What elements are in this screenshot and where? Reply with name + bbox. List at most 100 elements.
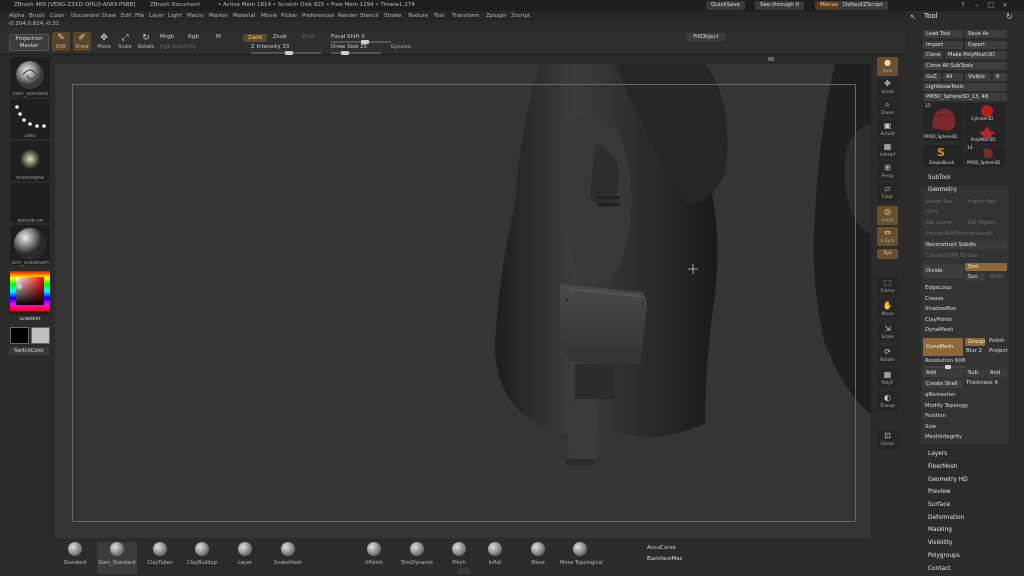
preview-section[interactable]: Preview bbox=[928, 489, 951, 495]
primary-color-swatch[interactable] bbox=[10, 327, 29, 344]
del-lower-button[interactable]: Del Lower bbox=[923, 219, 963, 227]
xyz-button[interactable]: Xyz bbox=[877, 249, 898, 259]
maximize-icon[interactable]: □ bbox=[986, 1, 996, 10]
zadd-button[interactable]: Zadd bbox=[243, 34, 267, 42]
menu-texture[interactable]: Texture bbox=[408, 13, 428, 19]
rotate-view-button[interactable]: ⟳ Rotate bbox=[877, 346, 898, 365]
resolution-slider[interactable]: Resolution 608 bbox=[925, 358, 965, 364]
rotate-mode-button[interactable]: ↻ Rotate bbox=[137, 32, 155, 51]
zoom-button[interactable]: ⌕ Zoom bbox=[877, 99, 898, 118]
stroke-selector[interactable] bbox=[10, 99, 50, 139]
export-button[interactable]: Export bbox=[965, 41, 1007, 49]
spix-button[interactable]: ● Spix bbox=[877, 57, 898, 76]
subtool-section[interactable]: SubTool bbox=[928, 175, 950, 181]
lower-res-button[interactable]: Lower Res bbox=[923, 198, 963, 206]
persp-button[interactable]: ⊞ Persp bbox=[877, 162, 898, 181]
zcut-button[interactable]: Zcut bbox=[302, 34, 314, 40]
tool-palette-title[interactable]: Tool bbox=[924, 12, 938, 20]
menu-zscript[interactable]: Zscript bbox=[511, 13, 530, 19]
brush-hpolish[interactable]: hPolish bbox=[354, 542, 394, 574]
close-icon[interactable]: × bbox=[1000, 1, 1010, 10]
menu-draw[interactable]: Draw bbox=[102, 13, 116, 19]
del-higher-button[interactable]: Del Higher bbox=[965, 219, 1007, 227]
menu-stroke[interactable]: Stroke bbox=[384, 13, 402, 19]
menu-light[interactable]: Light bbox=[168, 13, 182, 19]
qremesher-section[interactable]: qRemesher bbox=[925, 392, 956, 398]
scroll-button[interactable]: ✥ Scroll bbox=[877, 78, 898, 97]
edit-mode-button[interactable]: ✎ Edit bbox=[52, 32, 70, 51]
zsub-button[interactable]: Zsub bbox=[273, 34, 287, 40]
texture-selector[interactable] bbox=[10, 183, 50, 223]
dynamesh-section[interactable]: DynaMesh bbox=[925, 327, 953, 333]
canvas-top-scrollbar[interactable] bbox=[55, 55, 871, 64]
menu-picker[interactable]: Picker bbox=[281, 13, 297, 19]
shadowbox-section[interactable]: ShadowBox bbox=[925, 306, 956, 312]
lsym-button[interactable]: ⇔ L.Sym bbox=[877, 227, 898, 246]
accucurve-toggle[interactable]: AccuCurve bbox=[647, 545, 676, 551]
scale-mode-button[interactable]: ⤢ Scale bbox=[116, 32, 134, 51]
masking-section[interactable]: Masking bbox=[928, 527, 952, 533]
reconstruct-subdiv-button[interactable]: Reconstruct Subdiv bbox=[923, 241, 1007, 249]
menu-preferences[interactable]: Preferences bbox=[302, 13, 334, 19]
secondary-color-swatch[interactable] bbox=[31, 327, 50, 344]
menu-tool[interactable]: Tool bbox=[434, 13, 445, 19]
surface-section[interactable]: Surface bbox=[928, 502, 950, 508]
and-button[interactable]: And bbox=[987, 369, 1007, 377]
menu-transform[interactable]: Transform bbox=[452, 13, 479, 19]
tool-thumb-polymesh[interactable]: PolyMesh3D bbox=[965, 124, 1005, 144]
default-zscript-button[interactable]: DefaultZScript bbox=[838, 1, 888, 10]
brush-move[interactable]: Move bbox=[518, 542, 558, 574]
menu-macro[interactable]: Macro bbox=[187, 13, 204, 19]
refresh-icon[interactable]: ↻ bbox=[1006, 12, 1013, 21]
freeze-subdivision-button[interactable]: Freeze SubDivision Levels bbox=[923, 230, 1007, 238]
goz-button[interactable]: GoZ bbox=[923, 73, 941, 81]
visibility-section[interactable]: Visibility bbox=[928, 540, 952, 546]
menu-render[interactable]: Render bbox=[338, 13, 358, 19]
geometry-section[interactable]: Geometry bbox=[928, 187, 957, 193]
brush-move-topological[interactable]: Move Topological bbox=[560, 542, 603, 574]
menu-layer[interactable]: Layer bbox=[149, 13, 164, 19]
polygroups-section[interactable]: Polygroups bbox=[928, 553, 960, 559]
menu-alpha[interactable]: Alpha bbox=[9, 13, 25, 19]
aahalf-button[interactable]: ▦ AAHalf bbox=[877, 141, 898, 160]
shelf-collapse-handle[interactable] bbox=[458, 568, 470, 574]
menu-material[interactable]: Material bbox=[233, 13, 255, 19]
brush-layer[interactable]: Layer bbox=[225, 542, 265, 574]
resolution-slider-track[interactable] bbox=[925, 365, 965, 369]
material-selector[interactable] bbox=[10, 225, 50, 265]
brush-inflat[interactable]: Inflat bbox=[475, 542, 515, 574]
fibermesh-section[interactable]: FiberMesh bbox=[928, 464, 957, 470]
r-button[interactable]: R bbox=[993, 73, 1007, 81]
size-section[interactable]: Size bbox=[925, 424, 936, 430]
menu-color[interactable]: Color bbox=[50, 13, 64, 19]
draw-size-slider[interactable] bbox=[331, 51, 381, 55]
frame-button[interactable]: ⬚ Frame bbox=[877, 277, 898, 296]
higher-res-button[interactable]: Higher Res bbox=[965, 198, 1007, 206]
lightbox-tools-button[interactable]: Lightbox▸Tools bbox=[923, 83, 1007, 91]
tool-thumb-sphere-2[interactable]: 14 PM3D_Sphere3D bbox=[965, 145, 1005, 167]
clone-button[interactable]: Clone bbox=[923, 51, 943, 59]
menu-stencil[interactable]: Stencil bbox=[360, 13, 379, 19]
blur-slider[interactable]: Blur 2 bbox=[966, 348, 982, 354]
brush-claybuildup[interactable]: ClayBuildup bbox=[182, 542, 222, 574]
menu-brush[interactable]: Brush bbox=[29, 13, 45, 19]
focal-shift-slider[interactable] bbox=[331, 40, 391, 44]
brush-claytubes[interactable]: ClayTubes bbox=[140, 542, 180, 574]
menu-file[interactable]: File bbox=[135, 13, 144, 19]
position-section[interactable]: Position bbox=[925, 413, 946, 419]
scroll-knob[interactable] bbox=[768, 57, 774, 61]
help-icon[interactable]: ? bbox=[958, 1, 968, 10]
tool-thumb-sphere[interactable]: 15 PM3D_Sphere3D bbox=[923, 103, 963, 141]
tool-thumb-cylinder[interactable]: Cylinder3D bbox=[965, 103, 1005, 123]
geometry-hd-section[interactable]: Geometry HD bbox=[928, 477, 968, 483]
move-mode-button[interactable]: ✥ Move bbox=[95, 32, 113, 51]
brush-dam-standard[interactable]: Dam_Standard bbox=[97, 542, 137, 574]
color-picker[interactable] bbox=[10, 271, 50, 315]
z-intensity-slider[interactable] bbox=[251, 51, 321, 55]
clone-all-subtools-button[interactable]: Clone All SubTools bbox=[923, 62, 1007, 70]
menu-marker[interactable]: Marker bbox=[209, 13, 228, 19]
see-through-slider[interactable]: See-through 0 bbox=[755, 1, 805, 10]
gradient-label[interactable]: Gradient bbox=[8, 317, 52, 322]
mrgb-button[interactable]: Mrgb bbox=[160, 34, 174, 40]
visible-button[interactable]: Visible bbox=[965, 73, 991, 81]
